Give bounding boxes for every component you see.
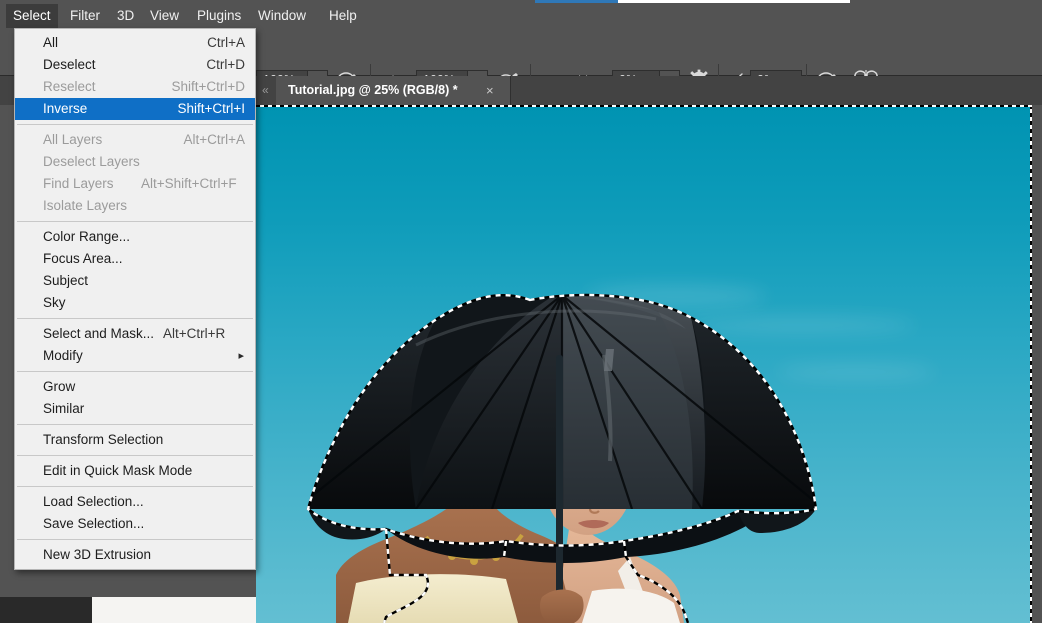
menu-item-grow[interactable]: Grow <box>15 376 255 398</box>
canvas-area[interactable] <box>256 105 1032 623</box>
menu-view[interactable]: View <box>143 4 186 28</box>
menu-item-isolate-layers: Isolate Layers <box>15 195 255 217</box>
progress-fill <box>535 0 618 3</box>
menu-3d[interactable]: 3D <box>110 4 141 28</box>
close-icon[interactable]: × <box>486 76 494 105</box>
menu-item-load-selection[interactable]: Load Selection... <box>15 491 255 513</box>
menu-item-deselect[interactable]: Deselect Ctrl+D <box>15 54 255 76</box>
document-tab[interactable]: Tutorial.jpg @ 25% (RGB/8) * <box>276 76 511 105</box>
menu-item-find-layers: Find Layers Alt+Shift+Ctrl+F <box>15 173 255 195</box>
menu-plugins[interactable]: Plugins <box>190 4 248 28</box>
photo-subject <box>256 105 1032 623</box>
menu-item-subject[interactable]: Subject <box>15 270 255 292</box>
menu-separator <box>17 539 253 540</box>
canvas-gutter <box>92 597 256 623</box>
menu-help[interactable]: Help <box>322 4 364 28</box>
menu-item-reselect: Reselect Shift+Ctrl+D <box>15 76 255 98</box>
menu-item-transform-selection[interactable]: Transform Selection <box>15 429 255 451</box>
menu-item-inverse[interactable]: Inverse Shift+Ctrl+I <box>15 98 255 120</box>
menu-select[interactable]: Select <box>6 4 58 28</box>
select-menu-dropdown[interactable]: All Ctrl+A Deselect Ctrl+D Reselect Shif… <box>14 28 256 570</box>
menu-item-new-3d-extrusion[interactable]: New 3D Extrusion <box>15 544 255 566</box>
tab-scroll-left-icon[interactable]: « <box>262 76 269 105</box>
menu-bar: Select Filter 3D View Plugins Window Hel… <box>0 4 1042 28</box>
menu-separator <box>17 318 253 319</box>
menu-separator <box>17 124 253 125</box>
tools-panel-edge[interactable] <box>0 597 92 623</box>
menu-separator <box>17 221 253 222</box>
menu-window[interactable]: Window <box>251 4 313 28</box>
menu-item-all-layers: All Layers Alt+Ctrl+A <box>15 129 255 151</box>
menu-separator <box>17 455 253 456</box>
menu-item-similar[interactable]: Similar <box>15 398 255 420</box>
menu-filter[interactable]: Filter <box>63 4 107 28</box>
menu-item-color-range[interactable]: Color Range... <box>15 226 255 248</box>
photoshop-window: Select Filter 3D View Plugins Window Hel… <box>0 0 1042 623</box>
menu-item-all[interactable]: All Ctrl+A <box>15 32 255 54</box>
menu-item-focus-area[interactable]: Focus Area... <box>15 248 255 270</box>
menu-separator <box>17 486 253 487</box>
menu-item-select-and-mask[interactable]: Select and Mask... Alt+Ctrl+R <box>15 323 255 345</box>
menu-item-modify[interactable]: Modify ▸ <box>15 345 255 367</box>
menu-item-edit-in-quick-mask-mode[interactable]: Edit in Quick Mask Mode <box>15 460 255 482</box>
menu-item-save-selection[interactable]: Save Selection... <box>15 513 255 535</box>
menu-item-deselect-layers: Deselect Layers <box>15 151 255 173</box>
menu-separator <box>17 371 253 372</box>
menu-separator <box>17 424 253 425</box>
chevron-right-icon: ▸ <box>238 345 244 367</box>
menu-item-sky[interactable]: Sky <box>15 292 255 314</box>
